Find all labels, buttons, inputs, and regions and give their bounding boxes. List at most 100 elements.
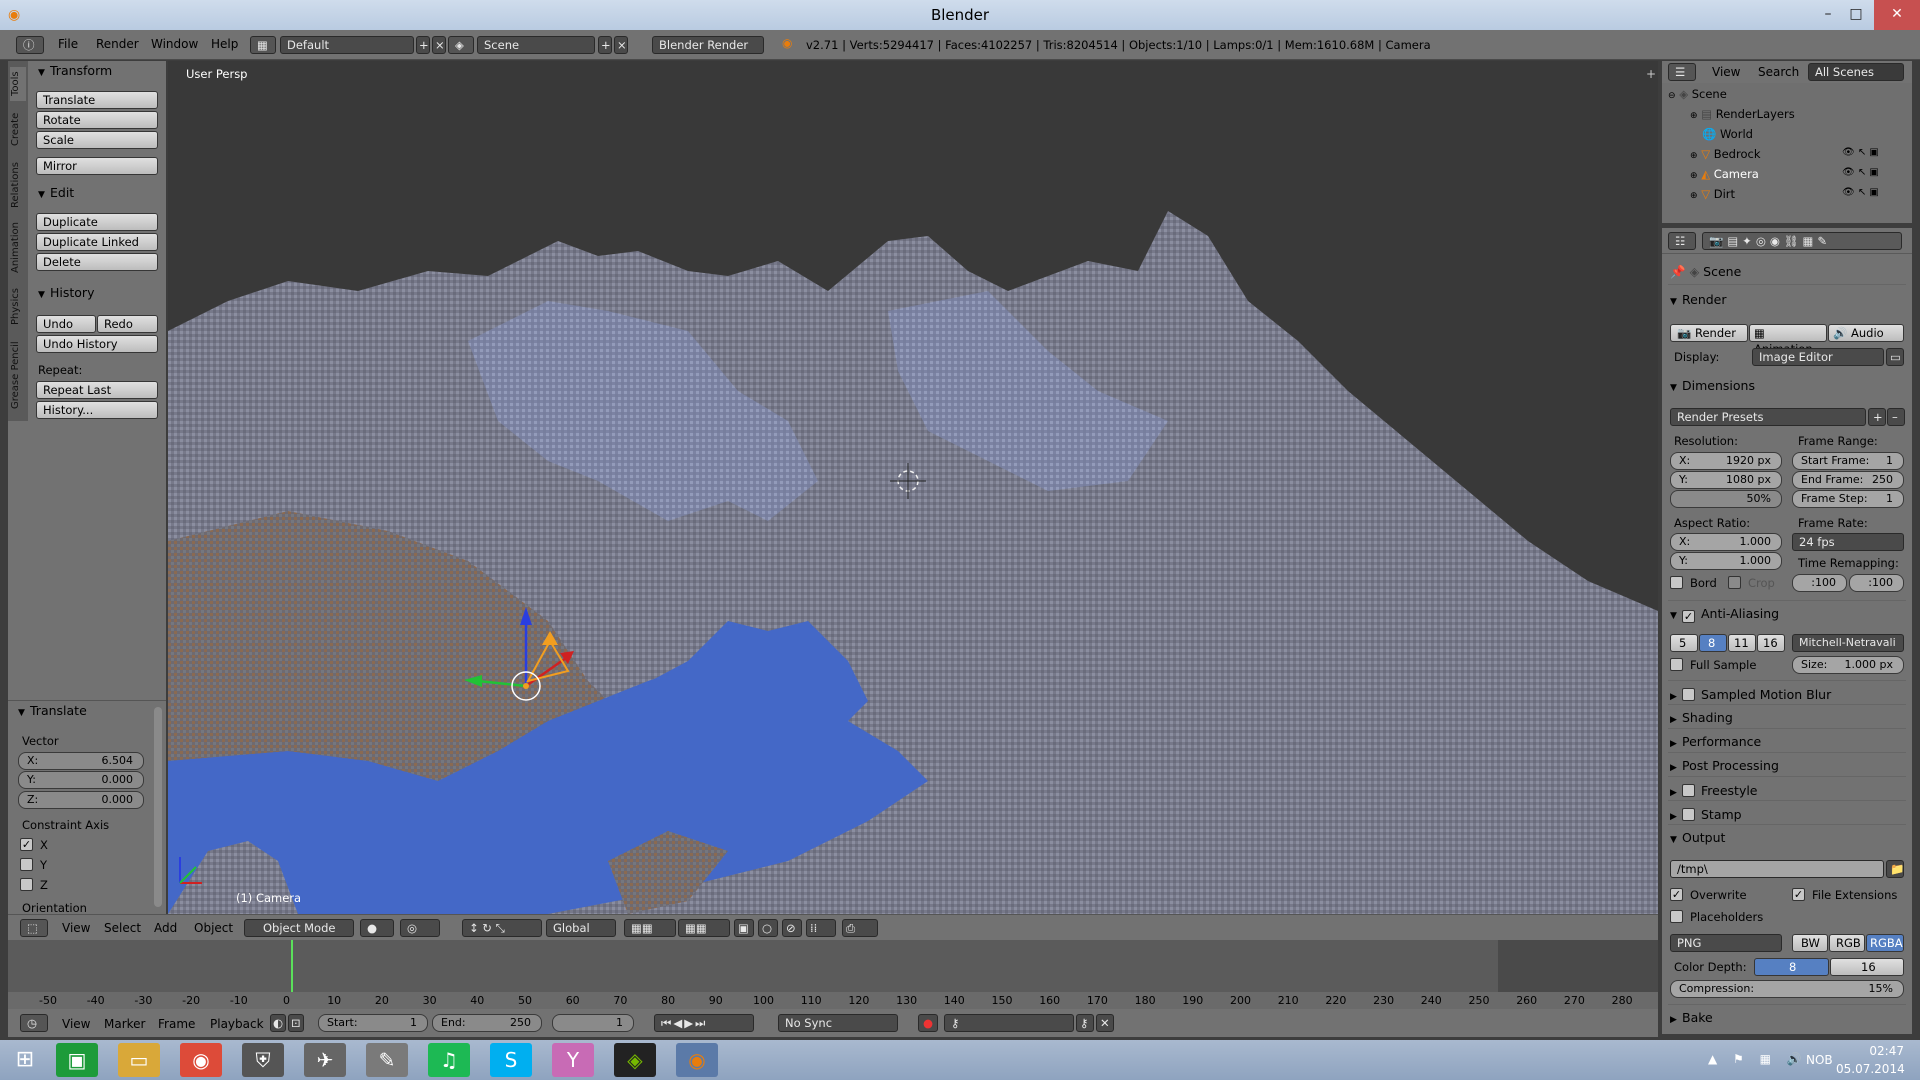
app-y-icon[interactable]: Y [552, 1043, 594, 1077]
chrome-icon[interactable]: ◉ [180, 1043, 222, 1077]
remove-screen-icon[interactable]: × [432, 36, 446, 54]
add-screen-icon[interactable]: + [416, 36, 430, 54]
add-preset-icon[interactable]: + [1868, 408, 1886, 426]
color-mode-rgba[interactable]: RGBA [1866, 934, 1904, 952]
vector-y-field[interactable]: Y: 0.000 [18, 771, 144, 789]
repeat-last-button[interactable]: Repeat Last [36, 381, 158, 399]
output-header[interactable]: ▼ Output [1670, 830, 1904, 845]
pivot-select-icon[interactable]: ◎ [400, 919, 440, 937]
timeline[interactable]: -50 -40 -30 -20 -10 0 10 20 30 40 50 60 70 80 90 100 110… [8, 940, 1658, 1012]
clock-date[interactable]: 05.07.2014 [1836, 1062, 1905, 1076]
preview-range-icon[interactable]: ◐ [270, 1014, 286, 1032]
editor-type-properties-icon[interactable]: ☷ [1668, 232, 1696, 250]
panel-sampled-motion-blur[interactable]: ▶ Sampled Motion Blur [1670, 686, 1904, 702]
sync-select[interactable]: No Sync [778, 1014, 898, 1032]
vector-z-field[interactable]: Z: 0.000 [18, 791, 144, 809]
constraint-z-checkbox[interactable] [20, 878, 33, 891]
operator-scrollbar[interactable] [154, 707, 162, 907]
insert-keyframe-icon[interactable]: ⚷ [1076, 1014, 1094, 1032]
aa-samples-5[interactable]: 5 [1670, 634, 1698, 652]
overwrite-checkbox[interactable]: ✓ [1670, 888, 1683, 901]
render-presets-select[interactable]: Render Presets [1670, 408, 1866, 426]
resolution-percentage-slider[interactable]: 50% [1670, 490, 1782, 508]
proportional-edit-icon[interactable]: ○ [758, 919, 778, 937]
orientation-select[interactable]: Global [546, 919, 616, 937]
outliner-filter-select[interactable]: All Scenes [1808, 63, 1904, 81]
output-path-input[interactable]: /tmp\ [1670, 860, 1884, 878]
file-explorer-icon[interactable]: ▭ [118, 1043, 160, 1077]
aa-samples-8[interactable]: 8 [1699, 634, 1727, 652]
undo-history-button[interactable]: Undo History [36, 335, 158, 353]
keying-set-field[interactable]: ⚷ [944, 1014, 1074, 1032]
end-frame-prop-field[interactable]: End Frame: 250 [1792, 471, 1904, 489]
mode-select[interactable]: Object Mode [244, 919, 354, 937]
tl-menu-frame[interactable]: Frame [158, 1017, 195, 1031]
crop-checkbox[interactable] [1728, 576, 1741, 589]
frame-step-field[interactable]: Frame Step: 1 [1792, 490, 1904, 508]
tab-create[interactable]: Create [10, 107, 26, 151]
remove-scene-icon[interactable]: × [614, 36, 628, 54]
tool-icon[interactable]: ✎ [366, 1043, 408, 1077]
aircraft-icon[interactable]: ✈ [304, 1043, 346, 1077]
vp-menu-add[interactable]: Add [154, 921, 177, 935]
rotate-button[interactable]: Rotate [36, 111, 158, 129]
tab-physics[interactable]: Physics [10, 283, 26, 331]
outliner-item-world[interactable]: 🌐 World [1702, 127, 1753, 141]
skype-icon[interactable]: S [490, 1043, 532, 1077]
render-opengl-icon[interactable]: ⎙ [842, 919, 878, 937]
editor-type-timeline-icon[interactable]: ◷ [20, 1014, 48, 1032]
tl-menu-playback[interactable]: Playback [210, 1017, 264, 1031]
render-engine-select[interactable]: Blender Render [652, 36, 764, 54]
constraint-x-checkbox[interactable]: ✓ [20, 838, 33, 851]
aspect-x-field[interactable]: X: 1.000 [1670, 533, 1782, 551]
outliner-item-dirt[interactable]: ⊕ ▽ Dirt [1690, 187, 1735, 201]
tab-relations[interactable]: Relations [10, 157, 26, 213]
redo-button[interactable]: Redo [97, 315, 158, 333]
aspect-y-field[interactable]: Y: 1.000 [1670, 552, 1782, 570]
tl-menu-view[interactable]: View [62, 1017, 90, 1031]
compression-slider[interactable]: Compression: 15% [1670, 980, 1904, 998]
layers-grid-a-icon[interactable]: ▦▦ [624, 919, 676, 937]
file-extensions-checkbox[interactable]: ✓ [1792, 888, 1805, 901]
transform-header[interactable]: ▼ Transform [38, 63, 112, 78]
aa-size-field[interactable]: Size: 1.000 px [1792, 656, 1904, 674]
end-frame-field[interactable]: End: 250 [432, 1014, 542, 1032]
windows-start-icon[interactable]: ⊞ [4, 1043, 46, 1077]
render-panel-header[interactable]: ▼ Render [1670, 292, 1904, 307]
spotify-icon[interactable]: ♫ [428, 1043, 470, 1077]
remap-new-field[interactable]: :100 [1849, 574, 1904, 592]
color-depth-8[interactable]: 8 [1754, 958, 1829, 976]
start-frame-prop-field[interactable]: Start Frame: 1 [1792, 452, 1904, 470]
outliner-item-camera[interactable]: ⊕ ◭ Camera [1690, 167, 1759, 181]
delete-button[interactable]: Delete [36, 253, 158, 271]
tab-tools[interactable]: Tools [10, 67, 26, 101]
frame-rate-select[interactable]: 24 fps [1792, 533, 1904, 551]
panel-freestyle[interactable]: ▶ Freestyle [1670, 782, 1904, 798]
blender-taskbar-icon[interactable]: ◉ [676, 1043, 718, 1077]
close-icon[interactable]: ✕ [1874, 0, 1920, 30]
shading-select-icon[interactable]: ● [360, 919, 394, 937]
maximize-icon[interactable]: □ [1842, 0, 1870, 30]
aa-samples-11[interactable]: 11 [1728, 634, 1756, 652]
vp-menu-object[interactable]: Object [194, 921, 233, 935]
game-shield-icon[interactable]: ⛨ [242, 1043, 284, 1077]
tab-grease-pencil[interactable]: Grease Pencil [10, 337, 26, 413]
menu-help[interactable]: Help [211, 37, 238, 51]
panel-performance[interactable]: ▶ Performance [1670, 734, 1904, 749]
panel-bake[interactable]: ▶ Bake [1670, 1010, 1904, 1025]
translate-button[interactable]: Translate [36, 91, 158, 109]
keep-ui-icon[interactable]: ▭ [1886, 348, 1904, 366]
panel-stamp[interactable]: ▶ Stamp [1670, 806, 1904, 822]
color-mode-rgb[interactable]: RGB [1829, 934, 1865, 952]
anti-aliasing-header[interactable]: ▼ ✓ Anti-Aliasing [1670, 606, 1904, 623]
outliner-item-renderlayers[interactable]: ⊕ ▤ RenderLayers [1690, 107, 1795, 121]
file-format-select[interactable]: PNG [1670, 934, 1782, 952]
tl-menu-marker[interactable]: Marker [104, 1017, 145, 1031]
remap-old-field[interactable]: :100 [1792, 574, 1847, 592]
vp-menu-view[interactable]: View [62, 921, 90, 935]
color-depth-16[interactable]: 16 [1830, 958, 1904, 976]
screen-layout-icon[interactable]: ▦ [250, 36, 276, 54]
outliner-menu-view[interactable]: View [1712, 65, 1740, 79]
delete-keyframe-icon[interactable]: ✕ [1096, 1014, 1114, 1032]
placeholders-checkbox[interactable] [1670, 910, 1683, 923]
